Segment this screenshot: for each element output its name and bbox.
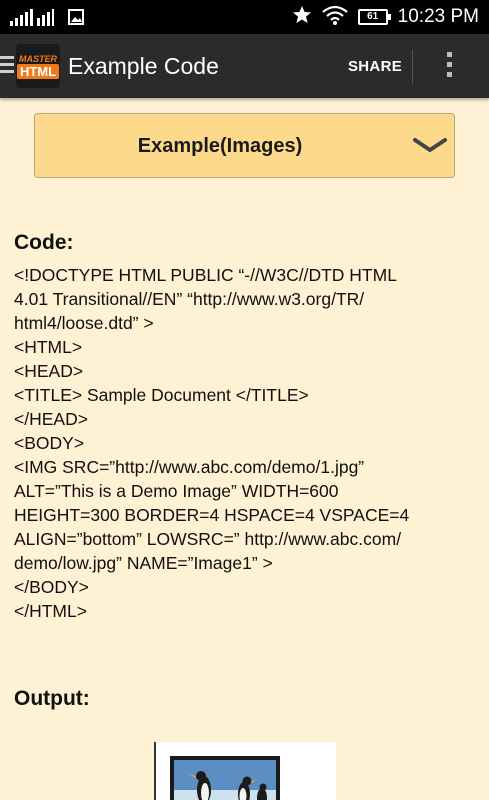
- code-line: 4.01 Transitional//EN” “http://www.w3.or…: [14, 289, 365, 309]
- share-button[interactable]: SHARE: [348, 58, 402, 75]
- code-line: <TITLE> Sample Document </TITLE>: [14, 385, 309, 405]
- page-title: Example Code: [68, 53, 219, 79]
- penguin-image: [170, 756, 280, 800]
- signal-icon: [10, 8, 54, 31]
- image-icon: [68, 9, 84, 30]
- code-line: <IMG SRC=”http://www.abc.com/demo/1.jpg”: [14, 457, 365, 477]
- code-line: html4/loose.dtd” >: [14, 313, 154, 333]
- code-line: </BODY>: [14, 577, 89, 597]
- overflow-menu-icon[interactable]: [447, 52, 453, 82]
- battery-icon: 61: [357, 9, 391, 25]
- code-line: </HEAD>: [14, 409, 88, 429]
- app-logo[interactable]: MASTER HTML: [16, 44, 60, 88]
- status-bar: 61 10:23 PM: [0, 0, 489, 34]
- dropdown-selected-value: Example(Images): [137, 135, 303, 157]
- logo-text-top: MASTER: [19, 53, 57, 64]
- star-icon: [292, 5, 312, 30]
- logo-text-bottom: HTML: [16, 63, 60, 79]
- example-selector-dropdown[interactable]: Example(Images): [34, 113, 455, 178]
- menu-icon[interactable]: [0, 56, 14, 77]
- app-bar-divider: [412, 50, 413, 84]
- code-block: <!DOCTYPE HTML PUBLIC “-//W3C//DTD HTML …: [14, 263, 479, 623]
- output-heading: Output:: [14, 687, 90, 710]
- code-heading: Code:: [14, 231, 74, 254]
- clock: 10:23 PM: [397, 6, 479, 27]
- code-line: <HTML>: [14, 337, 83, 357]
- chevron-down-icon: [413, 136, 447, 161]
- code-line: <!DOCTYPE HTML PUBLIC “-//W3C//DTD HTML: [14, 265, 397, 285]
- code-line: </HTML>: [14, 601, 87, 621]
- code-line: <HEAD>: [14, 361, 84, 381]
- code-line: ALIGN=”bottom” LOWSRC=” http://www.abc.c…: [14, 529, 402, 549]
- output-preview: [154, 742, 336, 800]
- code-line: HEIGHT=300 BORDER=4 HSPACE=4 VSPACE=4: [14, 505, 410, 525]
- app-bar: MASTER HTML Example Code SHARE: [0, 34, 489, 98]
- code-line: <BODY>: [14, 433, 85, 453]
- code-line: demo/low.jpg” NAME=”Image1” >: [14, 553, 273, 573]
- code-line: ALT=”This is a Demo Image” WIDTH=600: [14, 481, 339, 501]
- wifi-icon: [321, 5, 348, 30]
